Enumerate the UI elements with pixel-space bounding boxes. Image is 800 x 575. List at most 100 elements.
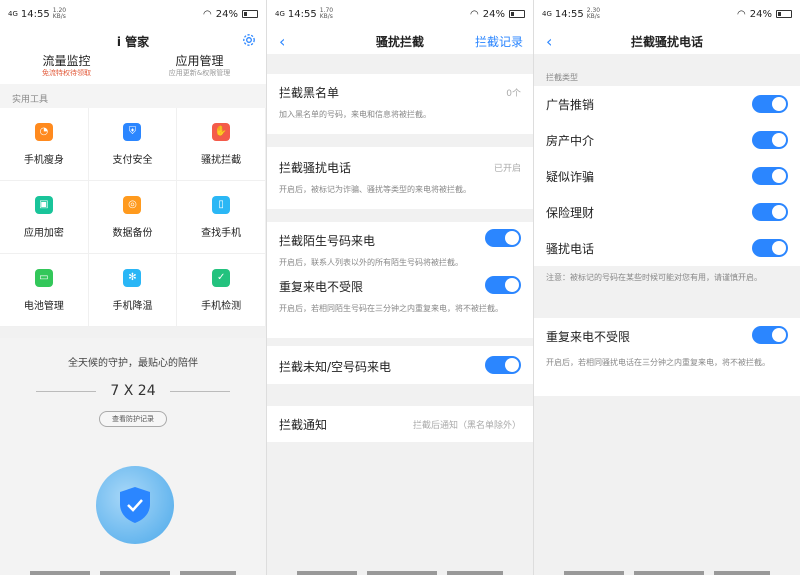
- repeat-toggle[interactable]: [752, 326, 788, 344]
- header: ‹ 拦截骚扰电话: [534, 28, 800, 54]
- wifi-icon: ◠: [470, 8, 479, 20]
- nav-bar: [634, 571, 704, 575]
- row-desc: 开启后，联系人列表以外的所有陌生号码将被拦截。: [279, 258, 463, 267]
- nav-bar: [100, 571, 170, 575]
- unknown-toggle[interactable]: [485, 356, 521, 374]
- clock: 14:55: [287, 8, 317, 20]
- tool-battery[interactable]: ▭ 电池管理: [0, 254, 89, 327]
- tool-cooling[interactable]: ✻ 手机降温: [88, 254, 178, 327]
- tool-harass-block[interactable]: ✋ 骚扰拦截: [177, 108, 266, 181]
- check-icon: ✓: [212, 268, 231, 287]
- tool-label: 手机检测: [201, 300, 242, 312]
- row-value: 0个: [506, 89, 521, 99]
- tool-payment-security[interactable]: ⛨ 支付安全: [88, 108, 178, 181]
- signal-icon: 4G: [275, 10, 285, 18]
- tool-label: 支付安全: [112, 154, 153, 166]
- spacer: [534, 54, 800, 72]
- snow-icon: ✻: [123, 268, 142, 287]
- type-row: 房产中介: [534, 122, 800, 158]
- nav-bar: [180, 571, 236, 575]
- section-label: 拦截类型: [534, 72, 800, 86]
- tool-label: 查找手机: [201, 227, 242, 239]
- type-label: 保险理财: [546, 206, 595, 220]
- type-label: 疑似诈骗: [546, 170, 595, 184]
- signal-icon: 4G: [542, 10, 552, 18]
- header: ‹ 骚扰拦截 拦截记录: [267, 28, 533, 54]
- type-toggle[interactable]: [752, 95, 788, 113]
- phone-i-manager: 4G 14:55 1.20 KB/s ◠ 24% i 管家 流量监控 免流特权待领取 应…: [0, 0, 266, 575]
- type-toggle[interactable]: [752, 239, 788, 257]
- top-entries: 流量监控 免流特权待领取 应用管理 应用更新&权限管理: [0, 54, 266, 84]
- status-bar: 4G 14:55 1.20 KB/s ◠ 24%: [0, 0, 266, 28]
- spacer: [267, 134, 533, 147]
- hand-icon: ✋: [212, 122, 231, 141]
- nav-bar: [367, 571, 437, 575]
- divider: [36, 390, 97, 392]
- tool-check[interactable]: ✓ 手机检测: [177, 254, 266, 327]
- blacklist-row[interactable]: 拦截黑名单 0个 加入黑名单的号码，来电和信息将被拦截。: [267, 74, 533, 134]
- row-desc: 开启后，若相同骚扰电话在三分钟之内重复来电，将不被拦截。: [546, 358, 770, 367]
- row-value: 已开启: [493, 164, 521, 174]
- shield-icon: ⛨: [123, 122, 142, 141]
- phone-harass-block: 4G 14:55 1.70 KB/s ◠ 24% ‹ 骚扰拦截 拦截记录 拦截黑名单 …: [267, 0, 533, 575]
- spam-row[interactable]: 拦截骚扰电话 已开启 开启后，被标记为诈骗、骚扰等类型的来电将被拦截。: [267, 147, 533, 209]
- tool-label: 手机降温: [112, 300, 153, 312]
- notify-row[interactable]: 拦截通知 拦截后通知（黑名单除外）: [267, 406, 533, 442]
- type-row: 骚扰电话: [534, 230, 800, 266]
- note: 注意：被标记的号码在某些时候可能对您有用，请谨慎开启。: [534, 266, 800, 308]
- guard-text: 7 X 24: [110, 383, 156, 399]
- spacer: [534, 308, 800, 318]
- block-record-link[interactable]: 拦截记录: [475, 33, 523, 50]
- row-value: 拦截后通知（黑名单除外）: [412, 421, 521, 431]
- tool-find-phone[interactable]: ▯ 查找手机: [177, 181, 266, 254]
- wifi-icon: ◠: [203, 8, 212, 20]
- back-icon[interactable]: ‹: [279, 32, 285, 51]
- battery-icon: [242, 10, 258, 18]
- wifi-icon: ◠: [737, 8, 746, 20]
- battery-icon: [776, 10, 792, 18]
- type-toggle[interactable]: [752, 203, 788, 221]
- row-title: 拦截骚扰电话: [279, 161, 352, 175]
- stranger-toggle[interactable]: [485, 229, 521, 247]
- net-speed: 1.20 KB/s: [52, 7, 67, 20]
- spacer: [267, 209, 533, 222]
- apps-label: 应用管理: [175, 54, 224, 68]
- tool-app-lock[interactable]: ▣ 应用加密: [0, 181, 89, 254]
- type-toggle[interactable]: [752, 131, 788, 149]
- net-speed: 1.70 KB/s: [319, 7, 334, 20]
- spacer: [267, 384, 533, 406]
- repeat-row: 重复来电不受限 开启后，若相同骚扰电话在三分钟之内重复来电，将不被拦截。: [534, 318, 800, 396]
- page-title: 骚扰拦截: [375, 34, 424, 49]
- row-desc: 开启后，被标记为诈骗、骚扰等类型的来电将被拦截。: [279, 185, 471, 194]
- tools-grid: ◔ 手机瘦身 ⛨ 支付安全 ✋ 骚扰拦截 ▣ 应用加密 ◎ 数据备份 ▯ 查找手机 ▭ 电池管…: [0, 108, 266, 327]
- record-button[interactable]: 查看防护记录: [99, 411, 167, 427]
- nav-bar: [564, 571, 624, 575]
- tool-label: 电池管理: [23, 300, 64, 312]
- nav-bar: [297, 571, 357, 575]
- row-title: 拦截黑名单: [279, 86, 340, 100]
- type-label: 房产中介: [546, 134, 595, 148]
- page-title: i 管家: [116, 34, 150, 49]
- battery-icon: [509, 10, 525, 18]
- type-label: 广告推销: [546, 98, 595, 112]
- tool-backup[interactable]: ◎ 数据备份: [88, 181, 178, 254]
- battery-level: 24%: [215, 8, 238, 20]
- repeat-toggle[interactable]: [485, 276, 521, 294]
- type-row: 保险理财: [534, 194, 800, 230]
- phone-block-spam-calls: 4G 14:55 2.30 KB/s ◠ 24% ‹ 拦截骚扰电话 拦截类型 广告推销…: [534, 0, 800, 575]
- battery-level: 24%: [749, 8, 772, 20]
- pie-icon: ◔: [34, 122, 53, 141]
- spacer: [267, 338, 533, 346]
- traffic-monitor[interactable]: 流量监控 免流特权待领取: [0, 54, 133, 84]
- tool-label: 应用加密: [23, 227, 64, 239]
- lock-icon: ▣: [34, 195, 53, 214]
- type-toggle[interactable]: [752, 167, 788, 185]
- app-management[interactable]: 应用管理 应用更新&权限管理: [133, 54, 266, 84]
- repeat-row: 重复来电不受限 开启后，若相同陌生号码在三分钟之内重复来电，将不被拦截。: [267, 272, 533, 338]
- apps-sub: 应用更新&权限管理: [168, 69, 231, 77]
- gear-icon[interactable]: [242, 33, 256, 50]
- tool-cleanup[interactable]: ◔ 手机瘦身: [0, 108, 89, 181]
- back-icon[interactable]: ‹: [546, 32, 552, 51]
- section-label: 实用工具: [0, 84, 266, 108]
- type-row: 疑似诈骗: [534, 158, 800, 194]
